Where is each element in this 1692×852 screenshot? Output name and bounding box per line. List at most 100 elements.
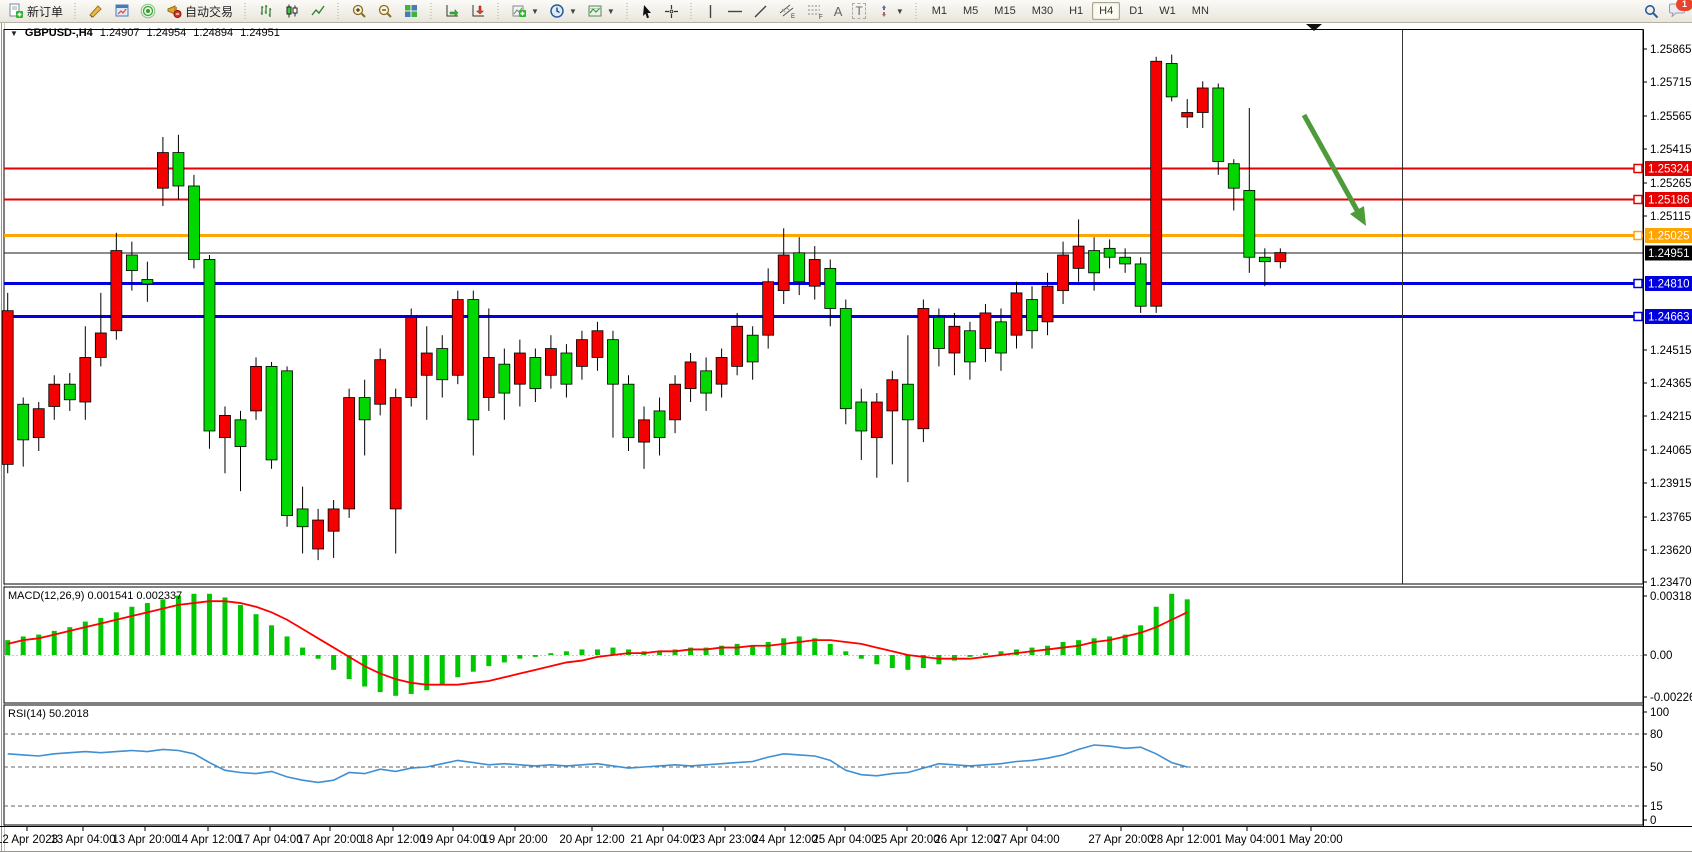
chart-shift-button[interactable] <box>465 2 491 20</box>
time-axis-label: 19 Apr 04:00 <box>420 834 485 846</box>
price-badge-text: 1.25324 <box>1648 164 1690 176</box>
candle <box>1151 57 1162 313</box>
toolbar-handle[interactable] <box>625 3 630 19</box>
profiles-icon <box>88 3 104 19</box>
cursor-tool-button[interactable] <box>635 2 659 20</box>
profiles-button[interactable] <box>83 2 109 20</box>
cursor-icon <box>640 4 654 19</box>
toolbar-handle[interactable] <box>689 3 694 19</box>
toolbar-handle[interactable] <box>429 3 434 19</box>
ohlc-close: 1.24951 <box>240 27 280 39</box>
chart-canvas[interactable]: 1.253241.251861.250251.249511.248101.246… <box>0 0 1692 852</box>
search-icon[interactable] <box>1644 4 1659 19</box>
time-axis-label: 12 Apr 2023 <box>0 834 58 846</box>
price-badge-text: 1.24951 <box>1648 248 1690 260</box>
horizontal-line-tool-button[interactable] <box>722 2 748 20</box>
time-axis[interactable]: 12 Apr 202313 Apr 04:0013 Apr 20:0014 Ap… <box>0 826 1343 846</box>
auto-scroll-button[interactable] <box>439 2 465 20</box>
timeframe-button-M5[interactable]: M5 <box>956 2 985 20</box>
toolbar-handle[interactable] <box>243 3 248 19</box>
zoom-in-button[interactable] <box>346 2 372 20</box>
bar-chart-icon <box>258 3 274 19</box>
crosshair-icon <box>664 4 679 19</box>
new-order-label: 新订单 <box>27 3 63 20</box>
candle <box>840 300 851 425</box>
axis-label: 0.003181 <box>1650 591 1692 603</box>
time-axis-label: 21 Apr 04:00 <box>630 834 695 846</box>
trendline-icon <box>753 4 768 19</box>
hline-handle <box>1634 165 1642 173</box>
axis-label: 1.24515 <box>1650 345 1692 357</box>
price-badge-text: 1.24810 <box>1648 279 1690 291</box>
candle <box>204 255 215 449</box>
fibonacci-tool-button[interactable]: F <box>801 2 829 20</box>
axis-label: 1.25415 <box>1650 144 1692 156</box>
candle <box>918 300 929 443</box>
text-tool-button[interactable]: A <box>829 2 848 20</box>
axis-label: 100 <box>1650 707 1669 719</box>
autotrading-button[interactable]: 自动交易 <box>161 2 238 20</box>
time-axis-label: 19 Apr 20:00 <box>482 834 547 846</box>
indicators-button[interactable]: ▼ <box>506 2 544 20</box>
text-tool-icon: A <box>834 4 843 19</box>
timeframe-button-MN[interactable]: MN <box>1185 2 1216 20</box>
toolbar-handle[interactable] <box>496 3 501 19</box>
autotrading-label: 自动交易 <box>185 3 233 20</box>
main-toolbar: 新订单 自动交易 ▼ ▼ ▼ <box>0 0 1692 23</box>
candle <box>1213 84 1224 175</box>
price-badge-text: 1.24663 <box>1648 312 1690 324</box>
chart-window-icon <box>114 3 130 19</box>
toolbar-handle[interactable] <box>73 3 78 19</box>
time-axis-label: 27 Apr 20:00 <box>1088 834 1153 846</box>
indicators-icon <box>511 3 527 19</box>
templates-button[interactable]: ▼ <box>582 2 620 20</box>
data-feed-button[interactable] <box>135 2 161 20</box>
candlestick-chart-button[interactable] <box>279 2 305 20</box>
candle <box>266 362 277 469</box>
line-chart-icon <box>310 3 326 19</box>
text-label-tool-button[interactable]: T <box>847 2 870 20</box>
vertical-line-tool-button[interactable] <box>699 2 722 20</box>
line-chart-button[interactable] <box>305 2 331 20</box>
timeframe-button-M30[interactable]: M30 <box>1025 2 1060 20</box>
notifications-button[interactable]: 1 <box>1669 2 1686 20</box>
hline-handle <box>1634 280 1642 288</box>
chart-symbol-period: GBPUSD-,H4 <box>25 27 93 39</box>
timeframe-group: M1M5M15M30H1H4D1W1MN <box>921 0 1220 22</box>
new-order-button[interactable]: 新订单 <box>3 2 68 20</box>
text-label-tool-icon: T <box>852 3 865 19</box>
axis-label: 1.23915 <box>1650 478 1692 490</box>
arrows-caret: ▼ <box>896 7 904 16</box>
tile-windows-button[interactable] <box>398 2 424 20</box>
periods-button[interactable]: ▼ <box>544 2 582 20</box>
timeframe-button-M1[interactable]: M1 <box>925 2 954 20</box>
timeframe-button-M15[interactable]: M15 <box>987 2 1022 20</box>
trendline-tool-button[interactable] <box>748 2 773 20</box>
signal-icon <box>140 3 156 19</box>
channel-tool-button[interactable]: E <box>773 2 801 20</box>
axis-label: 1.25715 <box>1650 77 1692 89</box>
zoom-out-button[interactable] <box>372 2 398 20</box>
candle <box>251 357 262 419</box>
toolbar-handle[interactable] <box>336 3 341 19</box>
chart-window-button[interactable] <box>109 2 135 20</box>
candlestick-chart-icon <box>284 3 300 19</box>
arrow-shapes-icon <box>876 3 892 19</box>
candle <box>188 175 199 269</box>
timeframe-button-H4[interactable]: H4 <box>1092 2 1120 20</box>
timeframe-button-H1[interactable]: H1 <box>1062 2 1090 20</box>
hline-handle <box>1634 313 1642 321</box>
zoom-out-icon <box>377 3 393 19</box>
axis-label: 1.25115 <box>1650 211 1691 223</box>
bar-chart-button[interactable] <box>253 2 279 20</box>
timeframe-button-W1[interactable]: W1 <box>1152 2 1183 20</box>
one-click-trading-toggle-icon[interactable]: ▼ <box>10 29 18 38</box>
price-badge-text: 1.25186 <box>1648 195 1690 207</box>
chart-title-bar: ▼ GBPUSD-,H4 1.24907 1.24954 1.24894 1.2… <box>10 27 280 39</box>
chart-shift-icon <box>470 3 486 19</box>
toolbar-handle[interactable] <box>914 3 919 19</box>
arrows-tool-button[interactable]: ▼ <box>871 2 909 20</box>
timeframe-button-D1[interactable]: D1 <box>1122 2 1150 20</box>
crosshair-tool-button[interactable] <box>659 2 684 20</box>
tile-windows-icon <box>403 3 419 19</box>
